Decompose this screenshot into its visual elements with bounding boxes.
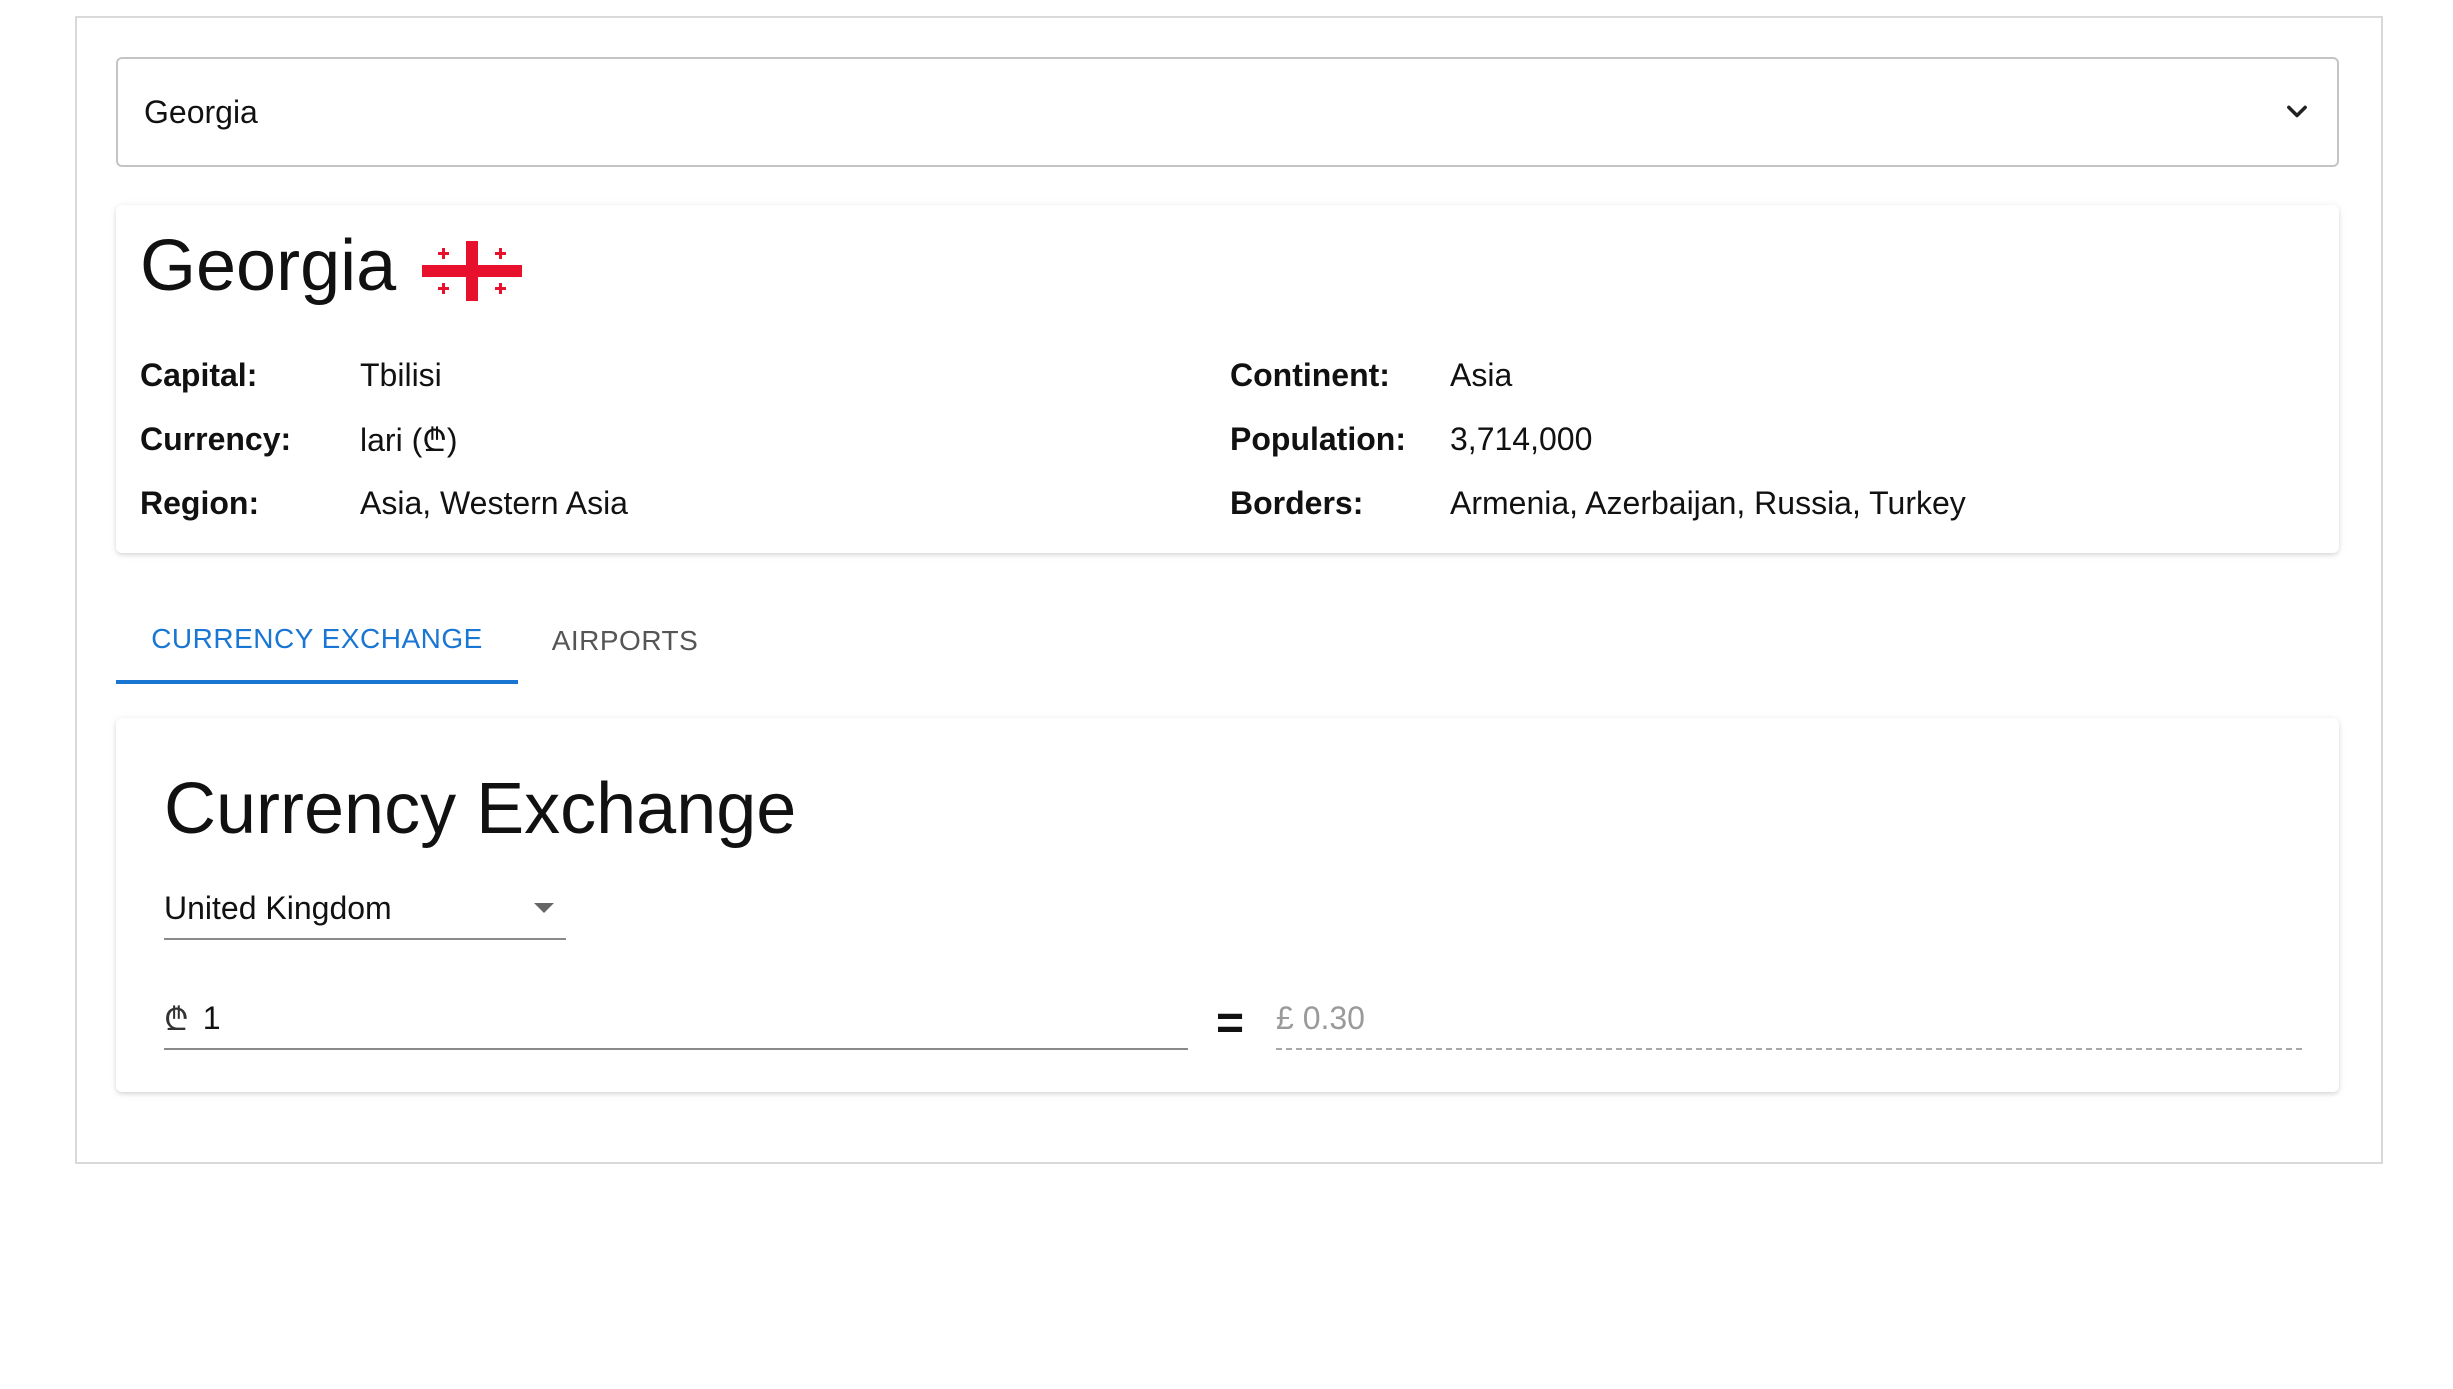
capital-row: Capital: Tbilisi [140,353,442,397]
currency-exchange-card: Currency Exchange United Kingdom ₾ 1 = £… [116,718,2339,1092]
currency-row: Currency: lari (₾) [140,417,458,461]
population-label: Population: [1230,420,1406,457]
currency-exchange-title: Currency Exchange [164,769,797,849]
converted-amount-field: £ 0.30 [1276,988,2302,1050]
capital-label: Capital: [140,356,258,393]
converted-amount-value: £ 0.30 [1276,999,1365,1036]
capital-value: Tbilisi [360,356,442,393]
region-value: Asia, Western Asia [360,484,628,521]
continent-value: Asia [1450,356,1513,393]
equals-sign: = [1216,997,1245,1050]
amount-input[interactable]: ₾ 1 [164,988,1188,1050]
source-currency-symbol: ₾ [164,1000,189,1037]
continent-row: Continent: Asia [1230,353,1512,397]
population-value: 3,714,000 [1450,420,1593,457]
target-country-value: United Kingdom [164,889,392,926]
amount-value: 1 [202,999,221,1036]
currency-value: lari (₾) [360,421,458,458]
target-country-select[interactable]: United Kingdom [164,878,566,940]
country-info-card: Georgia Capital: Tbilisi Currency: lari … [116,205,2339,553]
population-row: Population: 3,714,000 [1230,417,1592,461]
region-row: Region: Asia, Western Asia [140,481,628,525]
region-label: Region: [140,484,260,521]
caret-down-icon [534,903,554,913]
chevron-down-icon [2283,98,2311,126]
borders-value: Armenia, Azerbaijan, Russia, Turkey [1450,484,1966,521]
currency-label: Currency: [140,420,292,457]
country-select-value: Georgia [144,93,258,130]
continent-label: Continent: [1230,356,1390,393]
borders-row: Borders: Armenia, Azerbaijan, Russia, Tu… [1230,481,1966,525]
country-select[interactable]: Georgia [116,57,2339,167]
tab-bar: CURRENCY EXCHANGE AIRPORTS [116,598,732,684]
tab-currency-exchange[interactable]: CURRENCY EXCHANGE [116,598,518,684]
georgia-flag-icon [422,236,523,301]
tab-airports[interactable]: AIRPORTS [518,598,732,684]
country-title-row: Georgia [140,225,523,307]
country-title: Georgia [140,226,397,306]
borders-label: Borders: [1230,484,1364,521]
